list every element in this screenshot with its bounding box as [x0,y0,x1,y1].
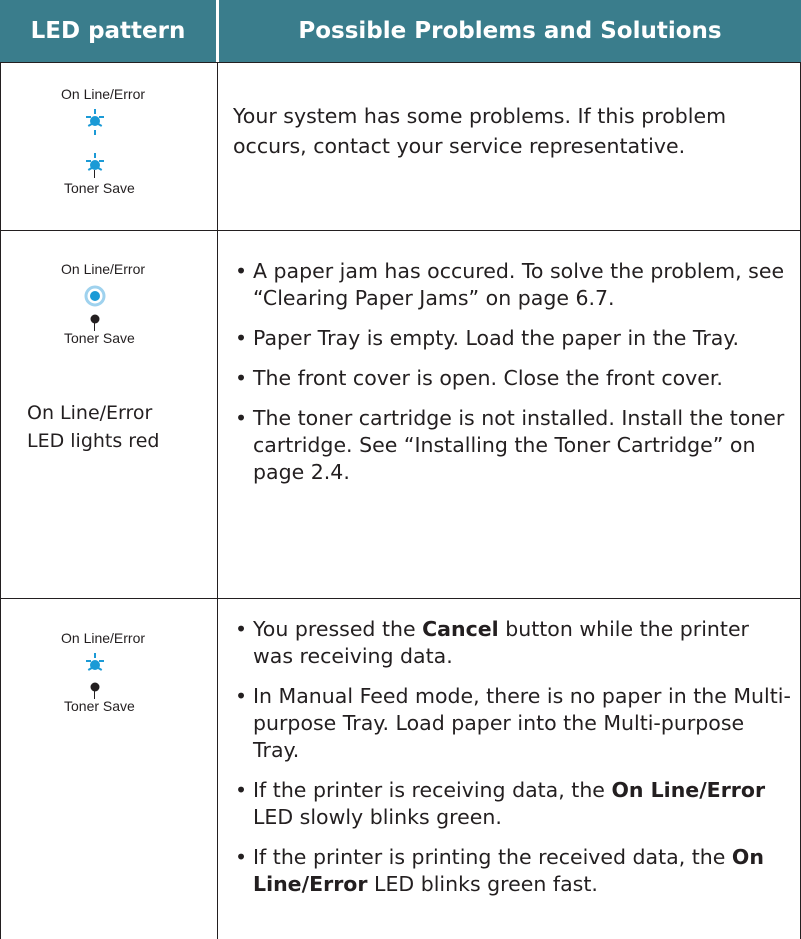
led-table: LED pattern Possible Problems and Soluti… [0,0,801,939]
led-online-steady-icon [84,285,106,331]
row3-solution-list: • You pressed the Cancel button while the… [233,616,793,911]
list-item: • If the printer is receiving data, the O… [235,778,766,829]
led-diagram-row1: On Line/Error Toner Save [50,80,170,210]
led-online-blinking-icon [86,653,104,699]
row-divider-header [0,62,801,63]
list-item: • The toner cartridge is not installed. I… [235,406,785,484]
led-diagram-row3: On Line/Error Toner Save [50,624,170,754]
list-item: • If the printer is printing the received… [235,845,764,896]
table-left-border [0,62,1,939]
led-diagram-row2: On Line/Error Toner Save [50,255,170,385]
row2-solution-list: • A paper jam has occured. To solve the p… [233,258,793,499]
row-divider-1 [0,230,801,231]
list-item: • The front cover is open. Close the fron… [235,366,723,390]
list-item: • A paper jam has occured. To solve the p… [235,259,785,310]
list-item: • In Manual Feed mode, there is no paper … [235,684,791,762]
list-item: • Paper Tray is empty. Load the paper in … [235,326,740,350]
row1-solution-text: Your system has some problems. If this p… [233,104,727,158]
header-problems-solutions: Possible Problems and Solutions [219,0,801,62]
toner-save-label: Toner Save [64,698,135,714]
toner-save-label: Toner Save [64,330,135,346]
toner-save-label: Toner Save [64,180,135,196]
header-led-pattern: LED pattern [0,0,216,62]
row2-side-text-line1: On Line/Error [27,402,153,424]
column-divider [217,62,218,939]
row2-side-text-line2: LED lights red [27,430,160,452]
list-item: • You pressed the Cancel button while the… [235,617,749,668]
row-divider-2 [0,598,801,599]
